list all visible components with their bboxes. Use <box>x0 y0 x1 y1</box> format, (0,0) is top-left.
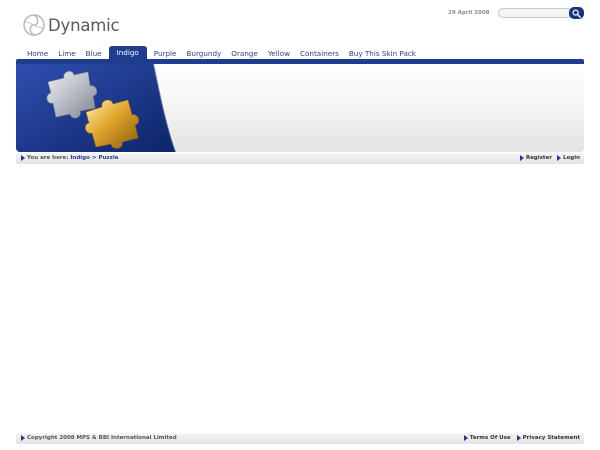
login-link[interactable]: Login <box>556 155 580 161</box>
banner <box>16 64 584 152</box>
footer-links: Terms Of Use Privacy Statement <box>458 435 580 441</box>
swirl-logo-icon <box>23 14 45 36</box>
login-label: Login <box>562 155 580 161</box>
copyright-text: Copyright 2008 MPS & BBI International L… <box>27 435 177 441</box>
privacy-link[interactable]: Privacy Statement <box>516 435 580 441</box>
arrow-icon <box>556 155 561 161</box>
footer: Copyright 2008 MPS & BBI International L… <box>16 433 584 444</box>
search-input[interactable] <box>498 8 572 18</box>
site-logo[interactable]: Dynamic <box>22 11 122 39</box>
privacy-label: Privacy Statement <box>522 435 580 441</box>
terms-label: Terms Of Use <box>469 435 511 441</box>
breadcrumb-prefix: You are here: <box>27 155 69 161</box>
copyright: Copyright 2008 MPS & BBI International L… <box>21 435 177 441</box>
puzzle-image <box>16 64 177 152</box>
breadcrumb: You are here: Indigo > Puzzle <box>21 155 118 161</box>
arrow-icon <box>519 155 524 161</box>
register-label: Register <box>525 155 552 161</box>
arrow-icon <box>516 435 521 441</box>
breadcrumb-item-puzzle[interactable]: Puzzle <box>98 155 118 161</box>
user-links: Register Login <box>515 155 580 161</box>
main-nav: Home Lime Blue Indigo Purple Burgundy Or… <box>22 45 421 60</box>
arrow-icon <box>463 435 468 441</box>
nav-item-indigo[interactable]: Indigo <box>108 46 147 60</box>
logo-text: Dynamic <box>48 15 120 35</box>
breadcrumb-item-indigo[interactable]: Indigo <box>70 155 90 161</box>
search-button[interactable] <box>569 7 584 19</box>
register-link[interactable]: Register <box>519 155 552 161</box>
arrow-icon <box>21 155 25 161</box>
search-icon <box>572 8 581 18</box>
terms-link[interactable]: Terms Of Use <box>463 435 511 441</box>
breadcrumb-bar: You are here: Indigo > Puzzle Register L… <box>16 153 584 164</box>
breadcrumb-separator: > <box>91 155 97 161</box>
current-date: 29 April 2008 <box>448 10 490 16</box>
arrow-icon <box>21 435 25 441</box>
